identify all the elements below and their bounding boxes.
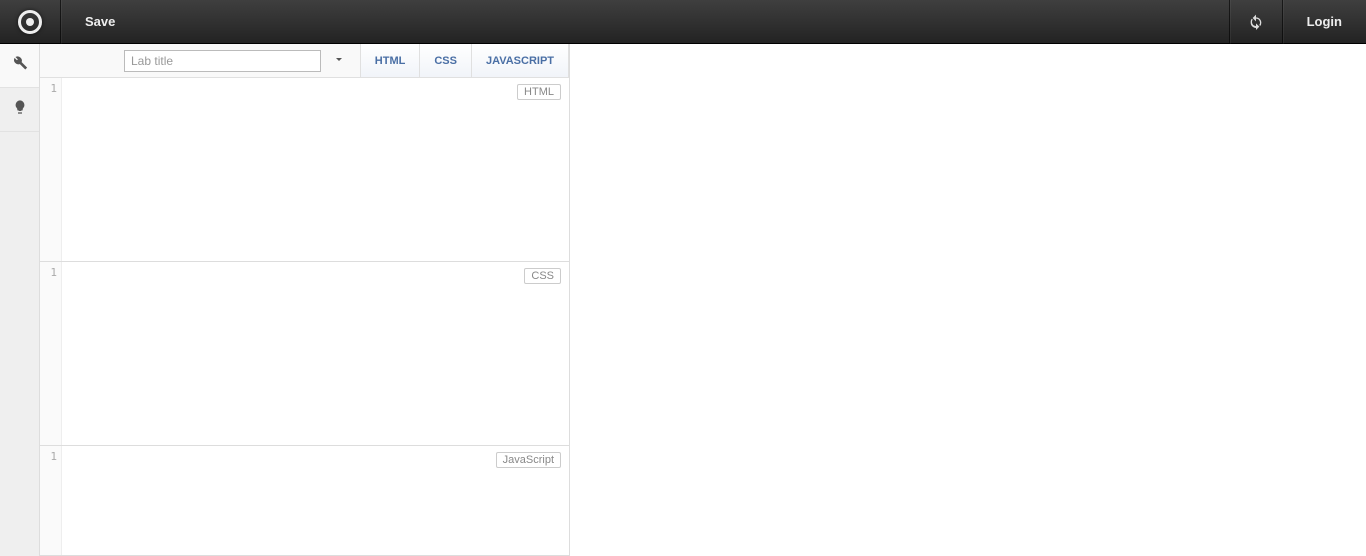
pane-badge-css[interactable]: CSS xyxy=(524,268,561,284)
line-gutter: 1 xyxy=(40,78,62,261)
title-dropdown-button[interactable] xyxy=(327,50,349,72)
preview-pane xyxy=(570,44,1366,556)
login-button[interactable]: Login xyxy=(1283,0,1366,44)
main-area: HTML CSS JAVASCRIPT 1 xyxy=(40,44,1366,556)
editor-pane-js: 1 JavaScript xyxy=(40,446,569,556)
refresh-button[interactable] xyxy=(1230,0,1282,44)
badge-label: CSS xyxy=(531,270,554,282)
lab-title-input[interactable] xyxy=(124,50,321,72)
tab-html[interactable]: HTML xyxy=(360,44,420,77)
save-button[interactable]: Save xyxy=(61,0,139,44)
line-number: 1 xyxy=(50,266,57,279)
lightbulb-icon xyxy=(12,99,28,120)
left-rail xyxy=(0,44,40,556)
refresh-icon xyxy=(1248,14,1264,30)
editor-tabs: HTML CSS JAVASCRIPT xyxy=(360,44,569,77)
editor-pane-css: 1 CSS xyxy=(40,262,569,446)
pane-badge-js[interactable]: JavaScript xyxy=(496,452,561,468)
css-editor[interactable] xyxy=(62,262,569,445)
tab-label: JAVASCRIPT xyxy=(486,55,554,67)
line-number: 1 xyxy=(50,82,57,95)
top-bar: Save Login xyxy=(0,0,1366,44)
sidebar-item-hints[interactable] xyxy=(0,88,39,132)
html-editor[interactable] xyxy=(62,78,569,261)
tab-javascript[interactable]: JAVASCRIPT xyxy=(471,44,569,77)
sub-toolbar: HTML CSS JAVASCRIPT xyxy=(40,44,569,78)
line-number: 1 xyxy=(50,450,57,463)
editor-panes: 1 HTML 1 CSS xyxy=(40,78,569,556)
js-editor[interactable] xyxy=(62,446,569,555)
login-label: Login xyxy=(1307,14,1342,29)
arrow-down-icon xyxy=(333,53,345,68)
badge-label: HTML xyxy=(524,86,554,98)
app-body: HTML CSS JAVASCRIPT 1 xyxy=(0,44,1366,556)
tab-css[interactable]: CSS xyxy=(419,44,471,77)
wrench-icon xyxy=(12,55,28,76)
logo[interactable] xyxy=(0,0,60,44)
editor-pane-html: 1 HTML xyxy=(40,78,569,262)
editors-column: HTML CSS JAVASCRIPT 1 xyxy=(40,44,570,556)
line-gutter: 1 xyxy=(40,262,62,445)
pane-badge-html[interactable]: HTML xyxy=(517,84,561,100)
line-gutter: 1 xyxy=(40,446,62,555)
tab-label: HTML xyxy=(375,55,406,67)
tab-label: CSS xyxy=(434,55,457,67)
badge-label: JavaScript xyxy=(503,454,554,466)
sidebar-item-settings[interactable] xyxy=(0,44,39,88)
save-label: Save xyxy=(85,14,115,29)
